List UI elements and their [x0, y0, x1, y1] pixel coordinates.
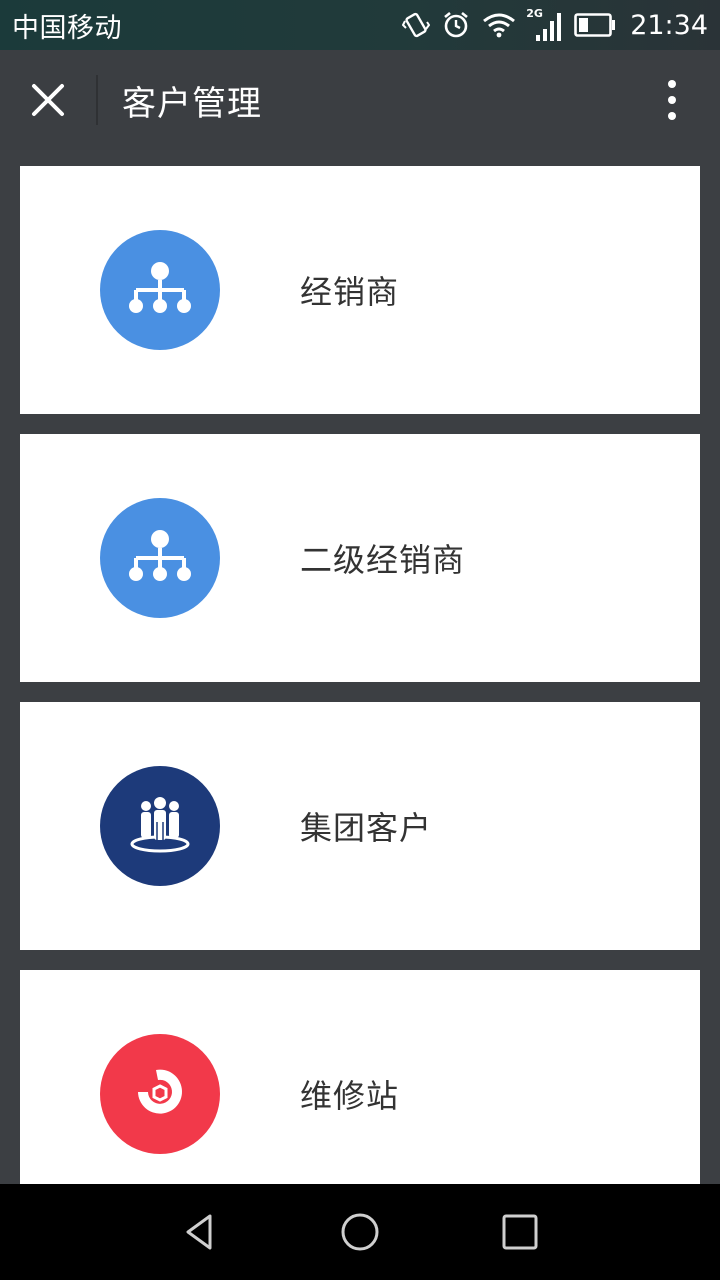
repair-station-icon-circle: [100, 1034, 220, 1154]
group-people-icon: [130, 797, 190, 853]
vibrate-icon: [402, 11, 431, 39]
app-bar: 客户管理: [0, 50, 720, 150]
page-title: 客户管理: [122, 83, 262, 124]
nav-back-button[interactable]: [160, 1192, 240, 1272]
signal-icon: 2G: [526, 5, 562, 45]
menu-card-repair-station[interactable]: 维修站: [20, 970, 700, 1184]
group-customer-icon-circle: [100, 766, 220, 886]
more-vert-icon: [668, 80, 676, 88]
menu-card-dealer[interactable]: 经销商: [20, 166, 700, 414]
back-icon: [186, 1214, 212, 1250]
menu-card-group-customer[interactable]: 集团客户: [20, 702, 700, 950]
clock: 21:34: [630, 9, 708, 41]
customer-menu-list: 经销商 二级经销商 集团客户 维修站: [0, 150, 720, 1184]
menu-card-label: 二级经销商: [300, 541, 466, 579]
battery-icon: [574, 13, 616, 37]
status-bar: 中国移动 2G 21:34: [0, 0, 720, 50]
status-icons: 2G 21:34: [402, 0, 708, 50]
close-icon: [32, 84, 64, 116]
wrench-socket-icon: [138, 1069, 182, 1114]
dealer-icon-circle: [100, 230, 220, 350]
app-bar-divider: [96, 75, 98, 125]
recents-icon: [502, 1214, 538, 1250]
secondary-dealer-icon-circle: [100, 498, 220, 618]
menu-card-label: 集团客户: [300, 809, 433, 847]
menu-card-label: 维修站: [300, 1077, 400, 1115]
close-button[interactable]: [0, 50, 96, 150]
alarm-icon: [442, 11, 470, 39]
wifi-icon: [482, 12, 516, 38]
nav-home-button[interactable]: [320, 1192, 400, 1272]
system-nav-bar: [0, 1184, 720, 1280]
org-tree-icon: [129, 530, 191, 581]
org-tree-icon: [129, 262, 191, 313]
carrier-name: 中国移动: [12, 12, 122, 44]
more-options-button[interactable]: [644, 72, 700, 128]
menu-card-secondary-dealer[interactable]: 二级经销商: [20, 434, 700, 682]
home-icon: [341, 1213, 379, 1251]
menu-card-label: 经销商: [300, 273, 400, 311]
nav-recents-button[interactable]: [480, 1192, 560, 1272]
